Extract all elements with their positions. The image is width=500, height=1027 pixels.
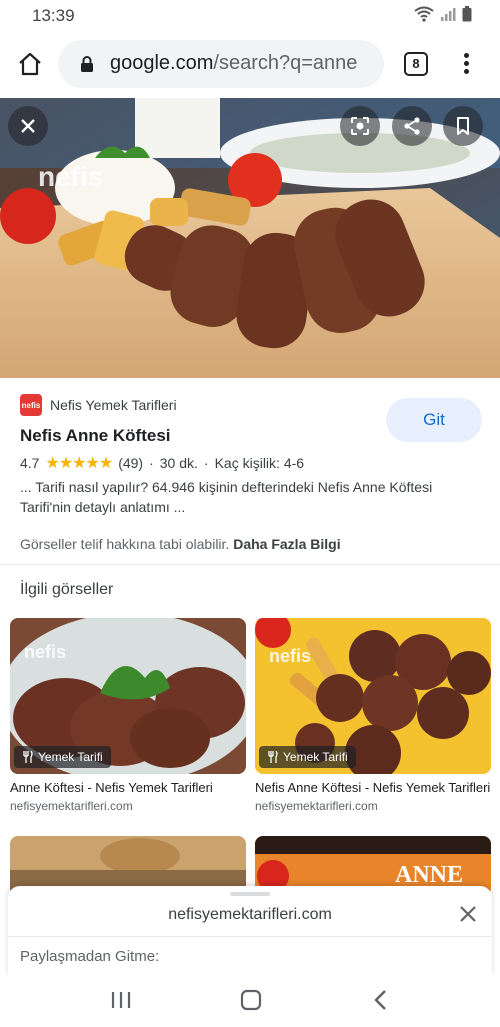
meta-separator: · xyxy=(203,455,209,471)
system-nav-bar xyxy=(0,976,500,1027)
result-meta: 4.7 ★★★★★ (49) · 30 dk. · Kaç kişilik: 4… xyxy=(20,453,304,473)
more-info-link[interactable]: Daha Fazla Bilgi xyxy=(233,536,340,552)
servings: Kaç kişilik: 4-6 xyxy=(214,455,305,471)
wifi-icon xyxy=(414,6,434,22)
address-bar[interactable]: google.com/search?q=anne xyxy=(58,40,384,88)
share-icon xyxy=(404,117,420,135)
cook-time: 30 dk. xyxy=(159,455,198,471)
related-card[interactable]: nefis Yemek Tarifi Anne Köftesi - Nefis … xyxy=(10,618,246,813)
lens-button[interactable] xyxy=(340,106,380,146)
site-favicon: nefis xyxy=(20,394,42,416)
rating-stars: ★★★★★ xyxy=(45,455,113,472)
source-name: Nefis Yemek Tarifleri xyxy=(50,397,177,413)
card-domain: nefisyemektarifleri.com xyxy=(255,799,378,813)
result-description: ... Tarifi nasıl yapılır? 64.946 kişinin… xyxy=(20,479,433,515)
result-image[interactable]: nefis xyxy=(0,98,500,378)
image-watermark: nefis xyxy=(269,646,311,666)
bookmark-button[interactable] xyxy=(443,106,483,146)
lens-icon xyxy=(351,117,369,135)
status-bar: 13:39 xyxy=(0,0,500,32)
sheet-divider xyxy=(8,936,492,937)
rating-value: 4.7 xyxy=(20,455,40,471)
url-path: /search?q=anne xyxy=(213,52,358,74)
card-overlay-text: ANNE xyxy=(395,862,463,888)
image-watermark: nefis xyxy=(38,161,103,192)
sheet-handle[interactable] xyxy=(230,892,270,896)
copyright-notice: Görseller telif hakkına tabi olabilir. D… xyxy=(20,536,341,552)
bottom-sheet[interactable]: nefisyemektarifleri.com Paylaşmadan Gitm… xyxy=(8,886,492,976)
recipe-badge: Yemek Tarifi xyxy=(14,746,111,768)
back-icon[interactable] xyxy=(372,989,390,1011)
related-image[interactable]: nefis Yemek Tarifi xyxy=(10,618,246,774)
home-icon[interactable] xyxy=(16,50,44,78)
result-title[interactable]: Nefis Anne Köftesi xyxy=(20,426,171,446)
signal-icon xyxy=(441,8,456,21)
card-title[interactable]: Nefis Anne Köftesi - Nefis Yemek Tarifle… xyxy=(255,780,491,795)
home-nav-icon[interactable] xyxy=(240,989,262,1011)
sheet-domain: nefisyemektarifleri.com xyxy=(168,906,332,923)
meta-separator: · xyxy=(149,455,154,471)
more-vert-icon[interactable] xyxy=(456,50,476,78)
badge-label: Yemek Tarifi xyxy=(283,750,348,764)
related-image[interactable]: nefis Yemek Tarifi xyxy=(255,618,491,774)
sheet-subtitle: Paylaşmadan Gitme: xyxy=(20,948,160,965)
status-time: 13:39 xyxy=(32,6,75,25)
close-icon xyxy=(21,119,35,133)
cutlery-icon xyxy=(268,751,278,763)
card-domain: nefisyemektarifleri.com xyxy=(10,799,133,813)
visit-button[interactable]: Git xyxy=(386,398,482,442)
copyright-text: Görseller telif hakkına tabi olabilir. xyxy=(20,536,230,552)
recents-icon[interactable] xyxy=(110,990,132,1010)
image-watermark: nefis xyxy=(24,642,66,662)
related-card[interactable]: nefis Yemek Tarifi Nefis Anne Köftesi - … xyxy=(255,618,491,813)
url-text: google.com/search?q=anne xyxy=(110,52,357,75)
badge-label: Yemek Tarifi xyxy=(38,750,103,764)
review-count: (49) xyxy=(118,455,144,471)
cutlery-icon xyxy=(23,751,33,763)
card-title[interactable]: Anne Köftesi - Nefis Yemek Tarifleri xyxy=(10,780,246,795)
bookmark-icon xyxy=(457,117,469,135)
url-host: google.com xyxy=(110,52,214,74)
related-heading: İlgili görseller xyxy=(20,581,114,598)
lock-icon xyxy=(81,56,93,72)
result-source[interactable]: nefis Nefis Yemek Tarifleri xyxy=(20,394,177,416)
tabs-button[interactable]: 8 xyxy=(404,52,428,76)
close-icon[interactable] xyxy=(456,902,480,926)
status-icons xyxy=(414,6,472,22)
share-button[interactable] xyxy=(392,106,432,146)
close-viewer-button[interactable] xyxy=(8,106,48,146)
browser-toolbar: google.com/search?q=anne 8 xyxy=(0,32,500,96)
divider xyxy=(0,564,500,565)
recipe-badge: Yemek Tarifi xyxy=(259,746,356,768)
battery-icon xyxy=(462,6,472,22)
